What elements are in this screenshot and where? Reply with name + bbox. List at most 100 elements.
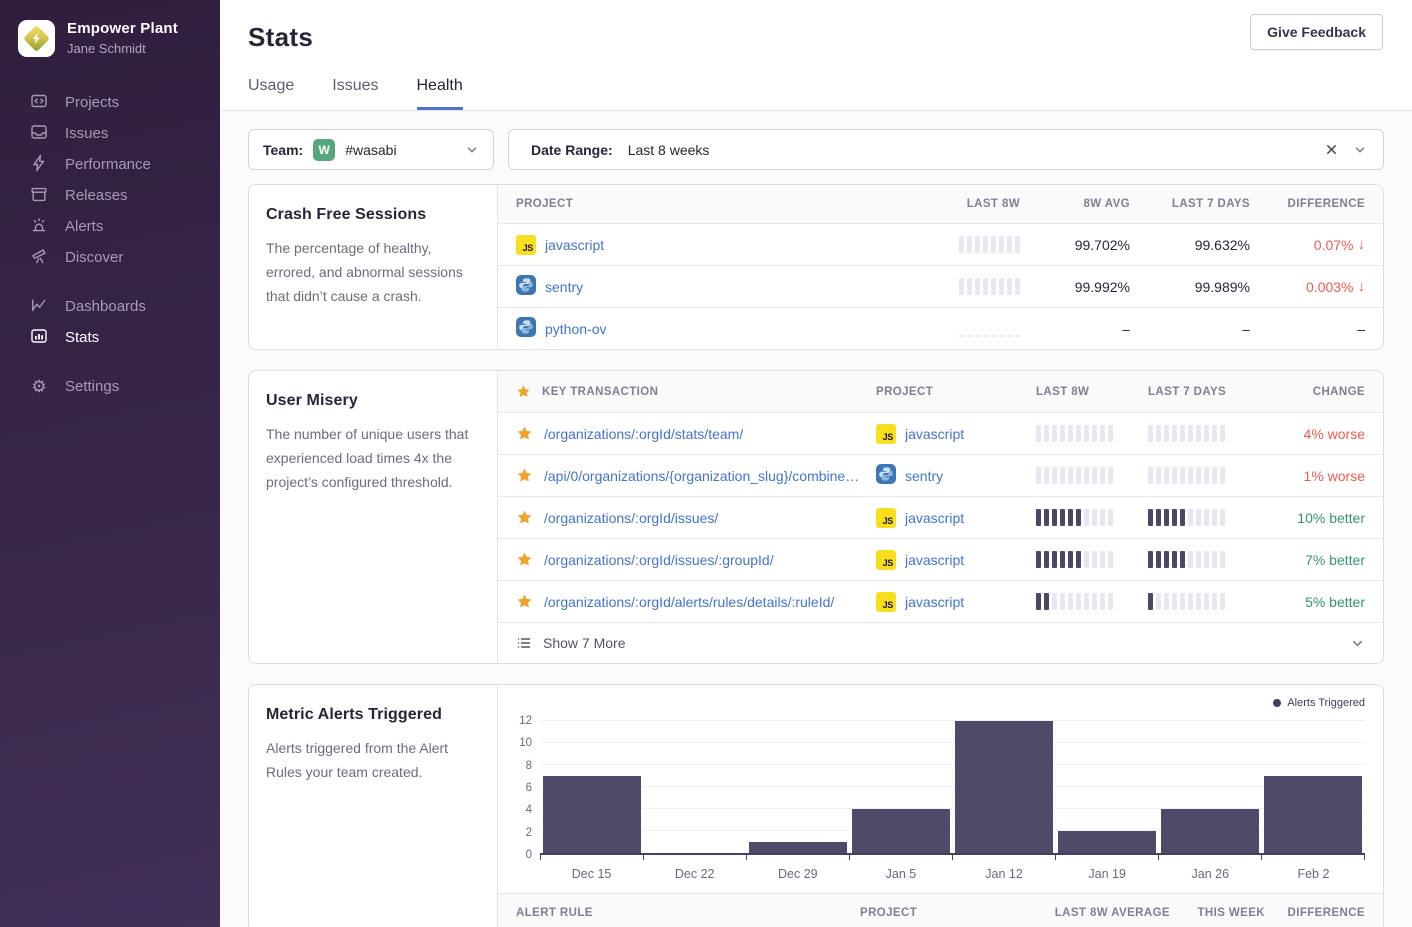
- key-transaction-star-toggle[interactable]: [516, 593, 533, 610]
- sidebar-item-label: Issues: [65, 125, 108, 142]
- sidebar-item-discover[interactable]: Discover: [0, 242, 220, 273]
- discover-icon: [30, 247, 48, 269]
- key-transaction-star-toggle[interactable]: [516, 467, 533, 484]
- alerts-triggered-bar-chart: Alerts Triggered 024681012 Dec 15Dec 22D…: [498, 685, 1383, 893]
- org-user-name: Jane Schmidt: [67, 41, 178, 57]
- javascript-platform-icon: JS: [876, 508, 896, 528]
- project-link[interactable]: sentry: [905, 468, 943, 484]
- page-title: Stats: [248, 22, 1384, 53]
- sidebar-item-dashboards[interactable]: Dashboards: [0, 291, 220, 322]
- key-transaction-star-toggle[interactable]: [516, 425, 533, 442]
- show-more-button[interactable]: Show 7 More: [498, 622, 1383, 663]
- chart-plot-area: [540, 721, 1365, 855]
- python-platform-icon: [876, 464, 896, 487]
- project-link[interactable]: javascript: [905, 510, 964, 526]
- last-7d-value: –: [1242, 321, 1250, 337]
- give-feedback-button[interactable]: Give Feedback: [1250, 14, 1383, 50]
- star-icon: [516, 384, 531, 399]
- user-misery-info: User Misery The number of unique users t…: [249, 371, 498, 663]
- sparkline-bars: [959, 236, 1020, 253]
- transaction-link[interactable]: /organizations/:orgId/stats/team/: [544, 426, 743, 442]
- sidebar-item-performance[interactable]: Performance: [0, 149, 220, 180]
- project-link[interactable]: javascript: [905, 594, 964, 610]
- tab-issues[interactable]: Issues: [332, 77, 378, 110]
- sidebar-item-label: Discover: [65, 249, 123, 266]
- sparkline-bars: [1036, 467, 1148, 484]
- sidebar-item-settings[interactable]: ⚙ Settings: [0, 371, 220, 402]
- legend-dot-icon: [1273, 699, 1281, 707]
- sidebar-item-releases[interactable]: Releases: [0, 180, 220, 211]
- chart-x-axis: Dec 15Dec 22Dec 29Jan 5Jan 12Jan 19Jan 2…: [540, 860, 1365, 893]
- chevron-down-icon: [1350, 636, 1365, 651]
- sidebar-item-projects[interactable]: Projects: [0, 87, 220, 118]
- arrow-down-icon: ↓: [1358, 278, 1366, 295]
- sparkline-bars: [1036, 593, 1148, 610]
- last-7d-value: 99.632%: [1195, 237, 1250, 253]
- change-value: 4% worse: [1304, 426, 1365, 442]
- project-link[interactable]: javascript: [545, 237, 604, 253]
- table-row: /api/0/organizations/{organization_slug}…: [498, 454, 1383, 496]
- chart-legend: Alerts Triggered: [1273, 697, 1365, 709]
- settings-gear-icon: ⚙: [30, 378, 48, 395]
- panel-title: Crash Free Sessions: [266, 206, 480, 224]
- sparkline-bars: [1148, 509, 1260, 526]
- sidebar-item-label: Alerts: [65, 218, 103, 235]
- sidebar-item-alerts[interactable]: Alerts: [0, 211, 220, 242]
- tab-bar: Usage Issues Health: [248, 77, 1384, 110]
- transaction-link[interactable]: /organizations/:orgId/alerts/rules/detai…: [544, 594, 834, 610]
- project-link[interactable]: javascript: [905, 552, 964, 568]
- javascript-platform-icon: JS: [876, 550, 896, 570]
- metric-alerts-info: Metric Alerts Triggered Alerts triggered…: [249, 685, 498, 927]
- transaction-link[interactable]: /api/0/organizations/{organization_slug}…: [544, 468, 859, 484]
- change-value: 7% better: [1305, 552, 1365, 568]
- tab-usage[interactable]: Usage: [248, 77, 294, 110]
- arrow-down-icon: ↓: [1358, 236, 1366, 253]
- sparkline-bars: [959, 320, 1020, 337]
- page-header: Stats Give Feedback Usage Issues Health: [220, 0, 1412, 111]
- alerts-icon: [30, 216, 48, 238]
- tab-health[interactable]: Health: [417, 77, 463, 110]
- javascript-platform-icon: JS: [516, 235, 536, 255]
- chart-bars: [540, 721, 1365, 853]
- sparkline-bars: [1036, 425, 1148, 442]
- transaction-link[interactable]: /organizations/:orgId/issues/: [544, 510, 718, 526]
- sparkline-bars: [1148, 467, 1260, 484]
- date-range-value: Last 8 weeks: [628, 142, 710, 158]
- sidebar: Empower Plant Jane Schmidt Projects Issu…: [0, 0, 220, 927]
- python-platform-icon: [516, 317, 536, 340]
- sidebar-item-label: Releases: [65, 187, 128, 204]
- date-range-select[interactable]: Date Range: Last 8 weeks: [508, 129, 1384, 170]
- project-link[interactable]: javascript: [905, 426, 964, 442]
- releases-icon: [30, 185, 48, 207]
- list-icon: [516, 635, 532, 651]
- table-row: /organizations/:orgId/issues/ JS javascri…: [498, 496, 1383, 538]
- sidebar-item-label: Projects: [65, 94, 119, 111]
- sidebar-item-label: Stats: [65, 329, 99, 346]
- avg-8w-value: 99.992%: [1075, 279, 1130, 295]
- chart-y-axis: 024681012: [510, 721, 540, 855]
- key-transaction-star-toggle[interactable]: [516, 509, 533, 526]
- table-row: python-ov – – –↓: [498, 307, 1383, 349]
- project-link[interactable]: python-ov: [545, 321, 606, 337]
- sparkline-bars: [1148, 593, 1260, 610]
- sidebar-item-issues[interactable]: Issues: [0, 118, 220, 149]
- project-link[interactable]: sentry: [545, 279, 583, 295]
- crash-free-sessions-info: Crash Free Sessions The percentage of he…: [249, 185, 498, 349]
- sparkline-bars: [1148, 551, 1260, 568]
- team-select[interactable]: Team: W #wasabi: [248, 129, 494, 170]
- org-switcher[interactable]: Empower Plant Jane Schmidt: [0, 0, 220, 75]
- sidebar-nav: Projects Issues Performance Releases Ale…: [0, 87, 220, 402]
- clear-date-range-button[interactable]: [1320, 138, 1343, 161]
- javascript-platform-icon: JS: [876, 592, 896, 612]
- panel-description: The number of unique users that experien…: [266, 422, 480, 494]
- change-value: 1% worse: [1304, 468, 1365, 484]
- dashboards-icon: [30, 296, 48, 318]
- team-avatar: W: [313, 139, 335, 161]
- legend-label: Alerts Triggered: [1287, 697, 1365, 709]
- key-transaction-star-toggle[interactable]: [516, 551, 533, 568]
- sparkline-bars: [959, 278, 1020, 295]
- sidebar-item-stats[interactable]: Stats: [0, 322, 220, 353]
- transaction-link[interactable]: /organizations/:orgId/issues/:groupId/: [544, 552, 774, 568]
- performance-icon: [30, 154, 48, 176]
- issues-icon: [30, 123, 48, 145]
